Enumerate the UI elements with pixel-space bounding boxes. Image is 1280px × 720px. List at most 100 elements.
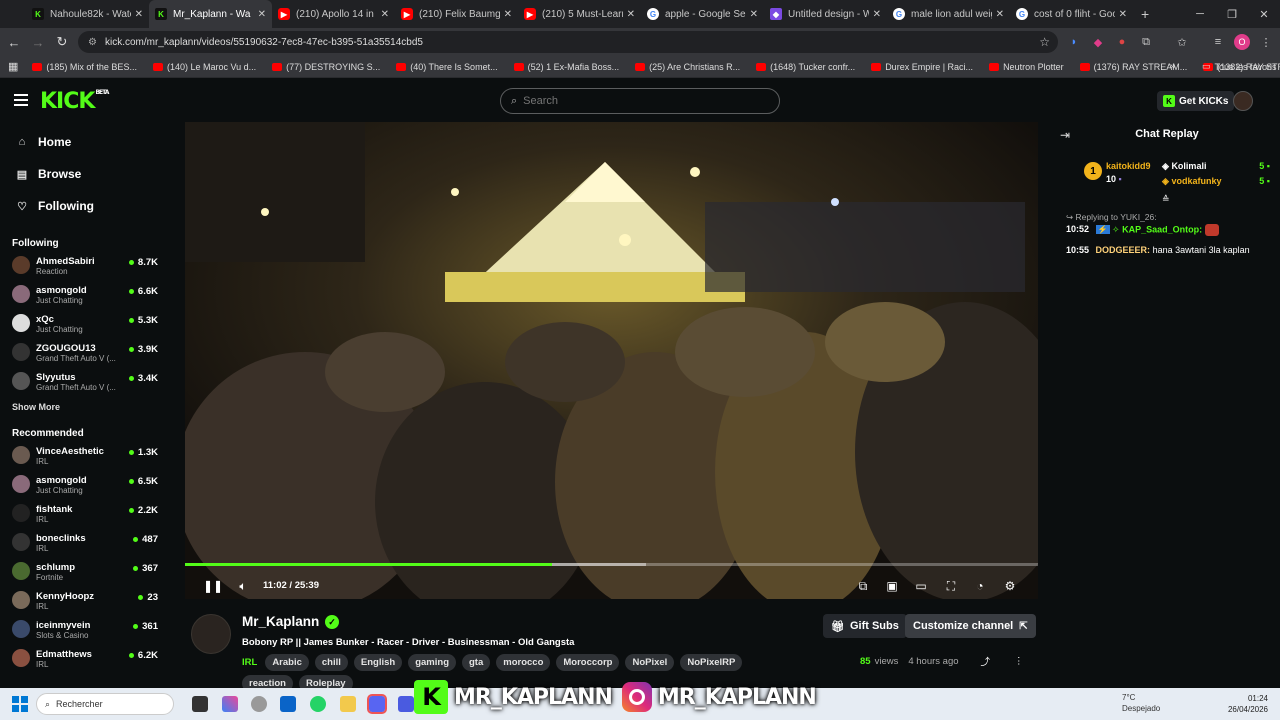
site-info-icon[interactable]: ⚙ bbox=[88, 37, 97, 48]
gifter-row[interactable]: ◈ vodkafunky 5 ▪ bbox=[1162, 174, 1270, 189]
close-tab-icon[interactable]: ✕ bbox=[504, 9, 512, 20]
message-user[interactable]: KAP_Saad_Ontop: bbox=[1122, 224, 1202, 234]
close-tab-icon[interactable]: ✕ bbox=[258, 9, 266, 20]
bookmark-item[interactable]: Durex Empire | Raci... bbox=[871, 62, 973, 72]
close-tab-icon[interactable]: ✕ bbox=[873, 9, 881, 20]
user-avatar[interactable] bbox=[1233, 91, 1253, 111]
channel-item[interactable]: xQc Just Chatting 5.3K bbox=[0, 311, 168, 340]
top-gifter[interactable]: kaitokidd9 10 ▪ bbox=[1106, 160, 1151, 186]
profile-icon[interactable]: O bbox=[1234, 34, 1250, 50]
extension-icon[interactable]: ● bbox=[1114, 34, 1130, 50]
search-box[interactable]: ⌕ bbox=[500, 88, 780, 114]
browser-tab[interactable]: K Nahoule82k - Watch ✕ bbox=[26, 0, 149, 28]
show-more-button[interactable]: Show More bbox=[0, 398, 168, 416]
channel-item[interactable]: boneclinks IRL 487 bbox=[0, 530, 168, 559]
forward-icon[interactable]: → bbox=[26, 35, 50, 50]
hamburger-menu-icon[interactable] bbox=[14, 94, 28, 109]
minimize-icon[interactable]: ─ bbox=[1184, 8, 1216, 20]
tag-chip[interactable]: English bbox=[353, 654, 403, 671]
bookmark-item[interactable]: (40) There Is Somet... bbox=[396, 62, 498, 72]
close-tab-icon[interactable]: ✕ bbox=[135, 9, 143, 20]
browser-tab[interactable]: Gcost of 0 fliht - Goog ✕ bbox=[1010, 0, 1133, 28]
extensions-puzzle-icon[interactable]: ⧉ bbox=[1138, 34, 1154, 50]
channel-item[interactable]: KennyHoopz IRL 23 bbox=[0, 588, 168, 617]
file-explorer-icon[interactable] bbox=[340, 696, 356, 712]
bookmark-item[interactable]: Neutron Plotter bbox=[989, 62, 1064, 72]
new-tab-button[interactable]: + bbox=[1141, 6, 1149, 22]
theater-mode-icon[interactable]: ▭ bbox=[913, 578, 929, 594]
close-tab-icon[interactable]: ✕ bbox=[750, 9, 758, 20]
settings-gear-icon[interactable]: ⚙ bbox=[1002, 578, 1018, 594]
copilot-icon[interactable] bbox=[222, 696, 238, 712]
bookmark-item[interactable]: (1648) Tucker confr... bbox=[756, 62, 855, 72]
extension-icon[interactable]: ◆ bbox=[1090, 34, 1106, 50]
whatsapp-icon[interactable] bbox=[310, 696, 326, 712]
channel-item[interactable]: fishtank IRL 2.2K bbox=[0, 501, 168, 530]
progress-track[interactable] bbox=[185, 563, 1038, 566]
search-input[interactable] bbox=[523, 95, 754, 107]
weather-widget[interactable]: 7°C Despejado bbox=[1122, 692, 1160, 714]
maximize-icon[interactable]: ❐ bbox=[1216, 8, 1248, 21]
more-options-icon[interactable]: ⋮ bbox=[1014, 656, 1024, 667]
task-view-icon[interactable] bbox=[192, 696, 208, 712]
windows-start-icon[interactable] bbox=[12, 696, 28, 712]
channel-item[interactable]: iceinmyvein Slots & Casino 361 bbox=[0, 617, 168, 646]
bookmark-item[interactable]: (77) DESTROYING S... bbox=[272, 62, 380, 72]
tag-chip[interactable]: gaming bbox=[408, 654, 456, 671]
category-link[interactable]: IRL bbox=[242, 654, 257, 675]
menu-kebab-icon[interactable]: ⋮ bbox=[1258, 34, 1274, 50]
outlook-icon[interactable] bbox=[280, 696, 296, 712]
volume-icon[interactable]: 🔈︎ bbox=[235, 578, 251, 594]
chat-message[interactable]: 10:52 ⚡ ✧ KAP_Saad_Ontop: bbox=[1066, 224, 1219, 236]
chat-message[interactable]: 10:55 DODGEEER: hana 3awtani 3la kaplan bbox=[1066, 245, 1250, 255]
speed-icon[interactable]: ◔ bbox=[972, 578, 988, 594]
browser-tab[interactable]: ▶ (210) 5 Must-Learn C ✕ bbox=[518, 0, 641, 28]
tag-chip[interactable]: gta bbox=[462, 654, 491, 671]
browser-tab[interactable]: ▶ (210) Apollo 14 in 24 ✕ bbox=[272, 0, 395, 28]
taskbar-search[interactable]: ⌕ Rechercher bbox=[36, 693, 174, 715]
browser-tab[interactable]: Gapple - Google Searc ✕ bbox=[641, 0, 764, 28]
close-window-icon[interactable]: ✕ bbox=[1248, 8, 1280, 21]
url-field[interactable]: ⚙ kick.com/mr_kaplann/videos/55190632-7e… bbox=[78, 31, 1058, 53]
channel-item[interactable]: Edmatthews IRL 6.2K bbox=[0, 646, 168, 675]
tag-chip[interactable]: Arabic bbox=[265, 654, 309, 671]
channel-item[interactable]: schlump Fortnite 367 bbox=[0, 559, 168, 588]
sidebar-item-following[interactable]: ♡ Following bbox=[0, 190, 168, 222]
fullscreen-icon[interactable]: ⛶ bbox=[943, 578, 959, 594]
channel-item[interactable]: VinceAesthetic IRL 1.3K bbox=[0, 443, 168, 472]
close-tab-icon[interactable]: ✕ bbox=[996, 9, 1004, 20]
browser-tab[interactable]: ◆ Untitled design - Wh ✕ bbox=[764, 0, 887, 28]
tag-chip[interactable]: NoPixel bbox=[625, 654, 675, 671]
sidebar-item-home[interactable]: ⌂ Home bbox=[0, 126, 168, 158]
clip-icon[interactable]: ▣ bbox=[884, 578, 900, 594]
browser-tab[interactable]: ▶ (210) Felix Baumgart ✕ bbox=[395, 0, 518, 28]
browser-tab[interactable]: K Mr_Kaplann - Wa ✕ bbox=[149, 0, 272, 28]
message-user[interactable]: DODGEEER: bbox=[1096, 245, 1151, 255]
gift-subs-button[interactable]: 🎁︎ Gift Subs bbox=[823, 614, 907, 638]
bookmark-star-icon[interactable]: ☆ bbox=[1039, 35, 1050, 49]
reload-icon[interactable]: ↻ bbox=[50, 34, 74, 50]
customize-channel-button[interactable]: Customize channel ⇱ bbox=[905, 614, 1036, 638]
tag-chip[interactable]: morocco bbox=[496, 654, 551, 671]
channel-item[interactable]: asmongold Just Chatting 6.5K bbox=[0, 472, 168, 501]
miniplayer-icon[interactable]: ⧉ bbox=[855, 578, 871, 594]
media-icon[interactable]: ≡ bbox=[1210, 34, 1226, 50]
channel-item[interactable]: ZGOUGOU13 Grand Theft Auto V (... 3.9K bbox=[0, 340, 168, 369]
close-tab-icon[interactable]: ✕ bbox=[1119, 9, 1127, 20]
bookmark-item[interactable]: (140) Le Maroc Vu d... bbox=[152, 62, 256, 72]
channel-name[interactable]: Mr_Kaplann bbox=[242, 614, 319, 629]
pause-icon[interactable]: ❚❚ bbox=[203, 578, 223, 594]
tag-chip[interactable]: Moroccorp bbox=[556, 654, 620, 671]
bookmarks-overflow-icon[interactable]: » bbox=[1170, 61, 1176, 72]
kick-logo[interactable]: KICKBETA bbox=[40, 89, 109, 114]
extension-icon[interactable]: ◗ bbox=[1066, 34, 1082, 50]
close-tab-icon[interactable]: ✕ bbox=[627, 9, 635, 20]
channel-item[interactable]: AhmedSabiri Reaction 8.7K bbox=[0, 253, 168, 282]
share-icon[interactable]: ⤴ bbox=[981, 654, 991, 668]
tag-chip[interactable]: NoPixelRP bbox=[680, 654, 743, 671]
discord-icon[interactable] bbox=[367, 694, 387, 714]
browser-tab[interactable]: Gmale lion adul weigh ✕ bbox=[887, 0, 1010, 28]
bookmark-item[interactable]: (25) Are Christians R... bbox=[635, 62, 740, 72]
video-player[interactable]: ❚❚ 🔈︎ 11:02 / 25:39 ⧉ ▣ ▭ ⛶ ◔ ⚙ bbox=[185, 122, 1038, 599]
app-icon[interactable] bbox=[398, 696, 414, 712]
